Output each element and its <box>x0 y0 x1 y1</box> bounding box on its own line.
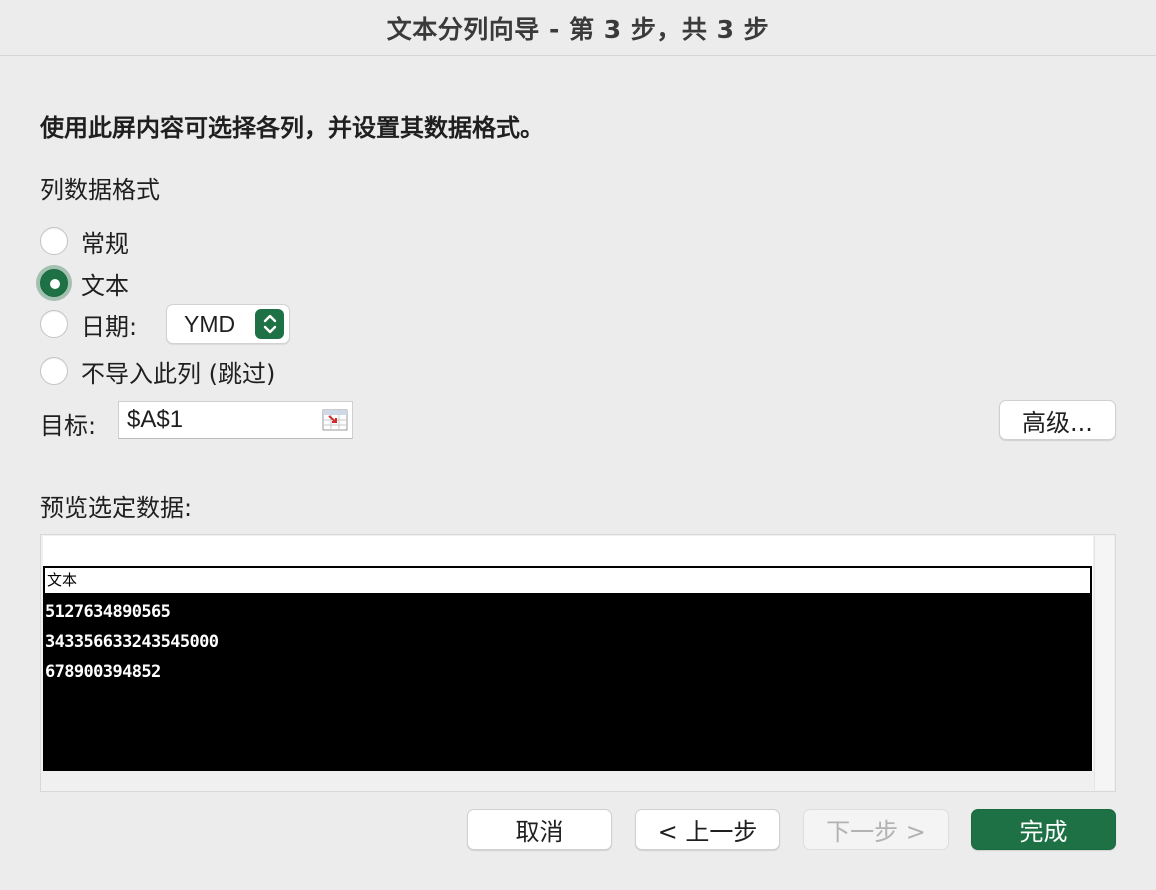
radio-text-label: 文本 <box>81 271 129 300</box>
preview-label: 预览选定数据: <box>40 494 193 522</box>
preview-column-header[interactable]: 文本 <box>43 566 1092 595</box>
radio-date[interactable]: 日期: <box>40 309 138 341</box>
cancel-button[interactable]: 取消 <box>467 809 612 850</box>
target-input[interactable]: $A$1 <box>118 401 353 439</box>
radio-general-button[interactable] <box>40 227 68 255</box>
preview-row: 678900394852 <box>45 662 161 682</box>
preview-row: 343356633243545000 <box>45 632 219 652</box>
preview-pane[interactable]: 文本 5127634890565 343356633243545000 6789… <box>40 534 1116 792</box>
range-select-icon[interactable] <box>322 409 348 431</box>
radio-text-button[interactable] <box>40 269 68 297</box>
radio-date-label: 日期: <box>81 312 138 341</box>
target-label: 目标: <box>40 412 97 440</box>
date-format-select[interactable]: YMD <box>166 304 290 344</box>
preview-row: 5127634890565 <box>45 602 171 622</box>
column-format-label: 列数据格式 <box>40 176 160 204</box>
radio-general-label: 常规 <box>81 229 129 258</box>
advanced-button[interactable]: 高级... <box>999 400 1116 440</box>
chevron-up-down-icon[interactable] <box>255 309 284 339</box>
radio-skip-button[interactable] <box>40 357 68 385</box>
target-value: $A$1 <box>127 406 184 433</box>
radio-general[interactable]: 常规 <box>40 226 129 258</box>
date-format-value: YMD <box>184 310 236 337</box>
preview-scrollbar[interactable] <box>1094 536 1114 790</box>
radio-date-button[interactable] <box>40 310 68 338</box>
title-bar: 文本分列向导 - 第 3 步，共 3 步 <box>0 0 1156 56</box>
window-title: 文本分列向导 - 第 3 步，共 3 步 <box>386 14 770 44</box>
radio-skip[interactable]: 不导入此列 (跳过) <box>40 356 276 388</box>
instruction-text: 使用此屏内容可选择各列，并设置其数据格式。 <box>40 114 544 142</box>
finish-button[interactable]: 完成 <box>971 809 1116 850</box>
next-button[interactable]: 下一步 > <box>803 809 949 850</box>
back-button[interactable]: < 上一步 <box>635 809 780 850</box>
preview-column-body[interactable]: 5127634890565 343356633243545000 6789003… <box>43 595 1092 771</box>
text-to-columns-dialog: 文本分列向导 - 第 3 步，共 3 步 使用此屏内容可选择各列，并设置其数据格… <box>0 0 1156 890</box>
radio-skip-label: 不导入此列 (跳过) <box>81 359 276 388</box>
radio-text[interactable]: 文本 <box>40 268 129 300</box>
